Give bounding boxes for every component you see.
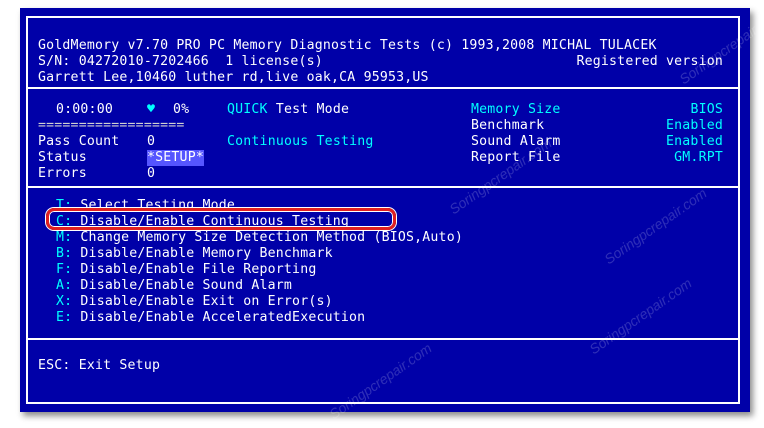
menu-item-label: Disable/Enable Sound Alarm <box>80 278 293 293</box>
continuous-testing-label: Continuous Testing <box>227 134 374 149</box>
menu-key: E: <box>56 310 73 325</box>
menu-key: B: <box>56 246 73 261</box>
setting-benchmark-label: Benchmark <box>471 118 545 133</box>
setting-memory-size-value: BIOS <box>690 102 723 117</box>
elapsed-time: 0:00:00 <box>56 102 113 117</box>
menu-item-label: Disable/Enable Memory Benchmark <box>80 246 333 261</box>
pass-count-label: Pass Count <box>38 134 120 149</box>
menu-key: F: <box>56 262 73 277</box>
progress-percent: 0% <box>173 102 190 117</box>
menu-item-label: Disable/Enable Exit on Error(s) <box>80 294 333 309</box>
divider-top <box>26 87 740 89</box>
test-mode-quick: QUICK <box>227 102 268 117</box>
header-address: Garrett Lee,10460 luther rd,live oak,CA … <box>38 70 429 85</box>
heart-icon: ♥ <box>147 102 156 117</box>
menu-key: M: <box>56 230 73 245</box>
setting-memory-size-label: Memory Size <box>471 102 561 117</box>
test-mode: QUICK Test Mode <box>227 102 349 118</box>
menu-item-label: Disable/Enable AcceleratedExecution <box>80 310 366 325</box>
menu-item-sound-alarm[interactable]: A: Disable/Enable Sound Alarm <box>56 278 292 294</box>
errors-label: Errors <box>38 166 87 181</box>
menu-item-file-reporting[interactable]: F: Disable/Enable File Reporting <box>56 262 316 278</box>
menu-item-accelerated-execution[interactable]: E: Disable/Enable AcceleratedExecution <box>56 310 365 326</box>
menu-item-memory-size-detection[interactable]: M: Change Memory Size Detection Method (… <box>56 230 463 246</box>
pass-count-value: 0 <box>147 134 156 149</box>
highlight-outline <box>46 208 396 230</box>
menu-item-exit-on-error[interactable]: X: Disable/Enable Exit on Error(s) <box>56 294 333 310</box>
header-serial: S/N: 04272010-7202466 1 license(s) <box>38 54 323 69</box>
setting-benchmark-value: Enabled <box>666 118 723 133</box>
divider-bottom <box>26 338 740 340</box>
menu-key: A: <box>56 278 73 293</box>
status-badge: *SETUP* <box>147 150 204 166</box>
menu-item-label: Change Memory Size Detection Method (BIO… <box>80 230 463 245</box>
setting-report-file-value: GM.RPT <box>674 150 723 165</box>
status-label: Status <box>38 150 87 165</box>
divider-middle <box>26 186 740 188</box>
menu-key: X: <box>56 294 73 309</box>
esc-exit-setup[interactable]: ESC: Exit Setup <box>38 358 160 374</box>
errors-value: 0 <box>147 166 156 181</box>
menu-item-memory-benchmark[interactable]: B: Disable/Enable Memory Benchmark <box>56 246 333 262</box>
dos-screen: GoldMemory v7.70 PRO PC Memory Diagnosti… <box>20 5 764 422</box>
progress-bar: ================== <box>38 118 185 133</box>
menu-item-label: Disable/Enable File Reporting <box>80 262 317 277</box>
setting-sound-alarm-value: Enabled <box>666 134 723 149</box>
test-mode-label: Test Mode <box>267 102 350 117</box>
header-title: GoldMemory v7.70 PRO PC Memory Diagnosti… <box>38 38 657 53</box>
